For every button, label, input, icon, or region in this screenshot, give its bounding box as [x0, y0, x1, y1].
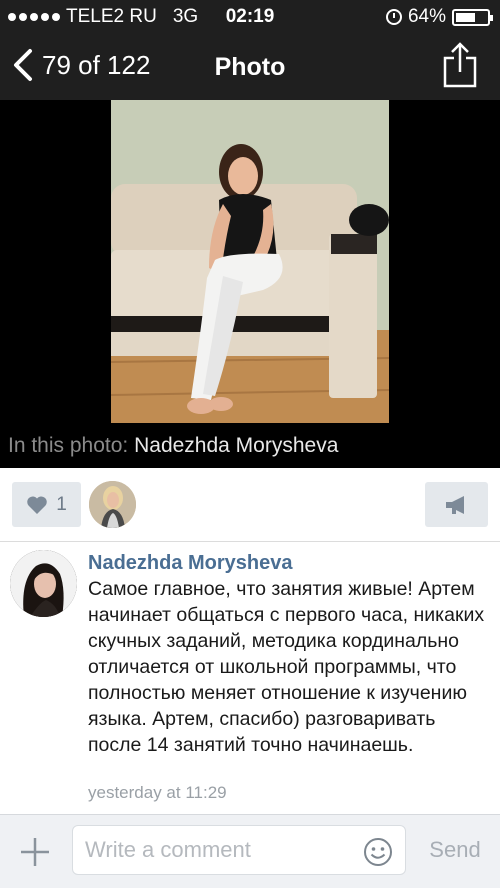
- battery-level-fill: [456, 12, 476, 22]
- battery-percent: 64%: [407, 6, 446, 27]
- liker-avatar-image: [89, 481, 136, 528]
- comment-input-bar: Send: [0, 814, 500, 888]
- comment-item: Nadezhda Morysheva Самое главное, что за…: [0, 543, 500, 813]
- send-button[interactable]: Send: [415, 837, 495, 863]
- photo-caption: In this photo: Nadezhda Morysheva: [8, 434, 338, 458]
- heart-icon: [27, 495, 47, 514]
- like-count: 1: [56, 493, 67, 515]
- photo-counter: 79 of 122: [42, 49, 151, 80]
- alarm-icon: [385, 9, 402, 25]
- tagged-person-link[interactable]: Nadezhda Morysheva: [134, 434, 338, 457]
- liker-avatar[interactable]: [89, 481, 136, 528]
- smiley-icon[interactable]: [363, 837, 393, 867]
- megaphone-icon: [445, 495, 464, 514]
- share-icon[interactable]: [442, 42, 478, 88]
- comment-timestamp: yesterday at 11:29: [88, 783, 227, 802]
- commenter-avatar[interactable]: [10, 550, 77, 617]
- photo-image[interactable]: [111, 100, 389, 423]
- plus-icon[interactable]: [18, 835, 52, 869]
- comment-text: Самое главное, что занятия живые! Артем …: [88, 578, 485, 756]
- photo-illustration: [111, 100, 389, 423]
- chevron-left-icon: [14, 49, 32, 81]
- battery-icon: [452, 8, 493, 26]
- repost-button[interactable]: [425, 482, 488, 527]
- status-bar: TELE2 RU 3G 02:19 64%: [0, 0, 500, 34]
- like-button[interactable]: 1: [12, 482, 81, 527]
- status-right: 64%: [385, 6, 493, 28]
- comment-input[interactable]: [72, 825, 406, 875]
- commenter-avatar-image: [10, 550, 77, 617]
- comment-author-link[interactable]: Nadezhda Morysheva: [88, 552, 293, 575]
- caption-prefix: In this photo:: [8, 434, 129, 457]
- photo-viewer: In this photo: Nadezhda Morysheva: [0, 100, 500, 468]
- back-button[interactable]: 79 of 122: [12, 48, 150, 82]
- photo-actions: 1: [0, 468, 500, 542]
- nav-bar: 79 of 122 Photo: [0, 34, 500, 100]
